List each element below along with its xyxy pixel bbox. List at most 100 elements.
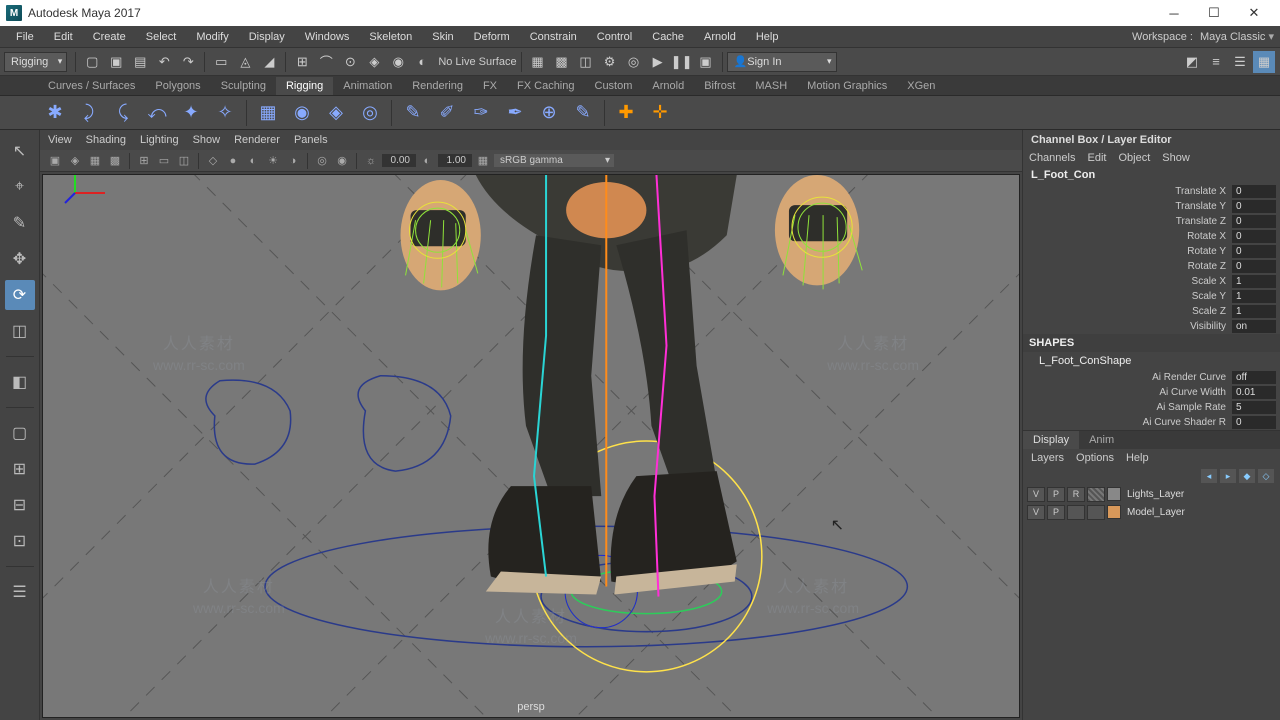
layer-color-swatch[interactable] — [1107, 487, 1121, 501]
layer-p-toggle[interactable]: P — [1047, 487, 1065, 502]
attr-tx-value[interactable]: 0 — [1232, 185, 1276, 198]
shelf-tab-rigging[interactable]: Rigging — [276, 77, 333, 95]
layer-name[interactable]: Model_Layer — [1123, 507, 1276, 518]
colorspace-dropdown[interactable]: sRGB gamma — [494, 154, 614, 167]
shelf-tab-bifrost[interactable]: Bifrost — [694, 77, 745, 95]
insert-joint-icon[interactable]: ⤸ — [74, 98, 104, 128]
vp-shade-icon[interactable]: ● — [224, 152, 242, 170]
vp-menu-renderer[interactable]: Renderer — [234, 134, 280, 146]
prune-weights-icon[interactable]: ✎ — [568, 98, 598, 128]
vp-menu-panels[interactable]: Panels — [294, 134, 328, 146]
maximize-button[interactable]: ☐ — [1194, 0, 1234, 26]
minimize-button[interactable]: ─ — [1154, 0, 1194, 26]
select-mode-icon[interactable]: ▭ — [210, 51, 232, 73]
vp-tex-icon[interactable]: ◐ — [244, 152, 262, 170]
layers-menu-layers[interactable]: Layers — [1031, 452, 1064, 464]
wrap-icon[interactable]: ◎ — [355, 98, 385, 128]
paint-tool-icon[interactable]: ✎ — [5, 208, 35, 238]
menu-deform[interactable]: Deform — [464, 28, 520, 46]
make-live-icon[interactable]: ◐ — [411, 51, 433, 73]
layers-menu-options[interactable]: Options — [1076, 452, 1114, 464]
viewport-persp[interactable]: 人人素材www.rr-sc.com 人人素材www.rr-sc.com 人人素材… — [42, 174, 1020, 718]
new-scene-icon[interactable]: ▢ — [81, 51, 103, 73]
lattice-icon[interactable]: ▦ — [253, 98, 283, 128]
vp-grid-icon[interactable]: ⊞ — [135, 152, 153, 170]
menu-edit[interactable]: Edit — [44, 28, 83, 46]
render-view-icon[interactable]: ▦ — [527, 51, 549, 73]
vp-gamma-value[interactable]: 1.00 — [438, 154, 472, 167]
outliner-icon[interactable]: ☰ — [5, 577, 35, 607]
layer-color-swatch[interactable] — [1107, 505, 1121, 519]
shelf-tab-fx[interactable]: FX — [473, 77, 507, 95]
layer-new-sel-icon[interactable]: ◇ — [1258, 469, 1274, 483]
snap-plane-icon[interactable]: ◈ — [363, 51, 385, 73]
snap-grid-icon[interactable]: ⊞ — [291, 51, 313, 73]
vp-res-icon[interactable]: ◫ — [175, 152, 193, 170]
vp-shadow-icon[interactable]: ◑ — [284, 152, 302, 170]
render-icon[interactable]: ▣ — [695, 51, 717, 73]
layer-r-toggle[interactable]: R — [1067, 487, 1085, 502]
vp-image-icon[interactable]: ▦ — [86, 152, 104, 170]
vp-color-icon[interactable]: ▦ — [474, 152, 492, 170]
constraint2-icon[interactable]: ✛ — [645, 98, 675, 128]
menu-constrain[interactable]: Constrain — [520, 28, 587, 46]
cluster-icon[interactable]: ◉ — [287, 98, 317, 128]
layer-p-toggle[interactable]: P — [1047, 505, 1065, 520]
snap-live-icon[interactable]: ◉ — [387, 51, 409, 73]
shelf-tab-rendering[interactable]: Rendering — [402, 77, 473, 95]
attr-aicw-value[interactable]: 0.01 — [1232, 386, 1276, 399]
signin-dropdown[interactable]: 👤 Sign In — [727, 52, 837, 72]
shelf-tab-polygons[interactable]: Polygons — [145, 77, 210, 95]
constraint-icon[interactable]: ✚ — [611, 98, 641, 128]
move-tool-icon[interactable]: ✥ — [5, 244, 35, 274]
layer-vis-toggle[interactable]: V — [1027, 487, 1045, 502]
layer-state-toggle[interactable] — [1087, 505, 1105, 520]
vp-bookmark-icon[interactable]: ◈ — [66, 152, 84, 170]
attr-rz-value[interactable]: 0 — [1232, 260, 1276, 273]
attr-sy-value[interactable]: 1 — [1232, 290, 1276, 303]
layer-row-lights[interactable]: V P R Lights_Layer — [1023, 485, 1280, 503]
hypershade-icon[interactable]: ◎ — [623, 51, 645, 73]
layer-tab-anim[interactable]: Anim — [1079, 431, 1124, 449]
shelf-tab-fxcaching[interactable]: FX Caching — [507, 77, 584, 95]
shelf-tab-arnold[interactable]: Arnold — [642, 77, 694, 95]
attr-tz-value[interactable]: 0 — [1232, 215, 1276, 228]
joint-tool-icon[interactable]: ✱ — [40, 98, 70, 128]
cb-tab-channels[interactable]: Channels — [1029, 152, 1075, 164]
lasso-tool-icon[interactable]: ⌖ — [5, 172, 35, 202]
wire-icon[interactable]: ◈ — [321, 98, 351, 128]
menu-modify[interactable]: Modify — [186, 28, 238, 46]
layout-b-icon[interactable]: ⊡ — [5, 526, 35, 556]
layer-new-empty-icon[interactable]: ◆ — [1239, 469, 1255, 483]
cb-tab-show[interactable]: Show — [1162, 152, 1190, 164]
four-view-icon[interactable]: ⊞ — [5, 454, 35, 484]
module-dropdown[interactable]: Rigging — [4, 52, 67, 72]
scale-tool-icon[interactable]: ◫ — [5, 316, 35, 346]
vp-menu-shading[interactable]: Shading — [86, 134, 126, 146]
menu-create[interactable]: Create — [83, 28, 136, 46]
menu-cache[interactable]: Cache — [642, 28, 694, 46]
playblast-icon[interactable]: ▶ — [647, 51, 669, 73]
layer-movedown-icon[interactable]: ▸ — [1220, 469, 1236, 483]
layer-state-toggle[interactable] — [1087, 487, 1105, 502]
layer-tab-display[interactable]: Display — [1023, 431, 1079, 449]
save-scene-icon[interactable]: ▤ — [129, 51, 151, 73]
layer-vis-toggle[interactable]: V — [1027, 505, 1045, 520]
shelf-tab-animation[interactable]: Animation — [333, 77, 402, 95]
menu-control[interactable]: Control — [587, 28, 642, 46]
shape-name[interactable]: L_Foot_ConShape — [1023, 352, 1280, 370]
selected-object-name[interactable]: L_Foot_Con — [1023, 166, 1280, 184]
paint-select-icon[interactable]: ◢ — [258, 51, 280, 73]
last-tool-icon[interactable]: ◧ — [5, 367, 35, 397]
vp-gamma-icon[interactable]: ◐ — [418, 152, 436, 170]
quick-rig-icon[interactable]: ✧ — [210, 98, 240, 128]
mirror-weights-icon[interactable]: ✒ — [500, 98, 530, 128]
layers-menu-help[interactable]: Help — [1126, 452, 1149, 464]
edit-weights-icon[interactable]: ✑ — [466, 98, 496, 128]
vp-menu-lighting[interactable]: Lighting — [140, 134, 179, 146]
menu-display[interactable]: Display — [239, 28, 295, 46]
bind-skin-icon[interactable]: ✎ — [398, 98, 428, 128]
undo-icon[interactable]: ↶ — [153, 51, 175, 73]
vp-iso-icon[interactable]: ◎ — [313, 152, 331, 170]
attr-sx-value[interactable]: 1 — [1232, 275, 1276, 288]
